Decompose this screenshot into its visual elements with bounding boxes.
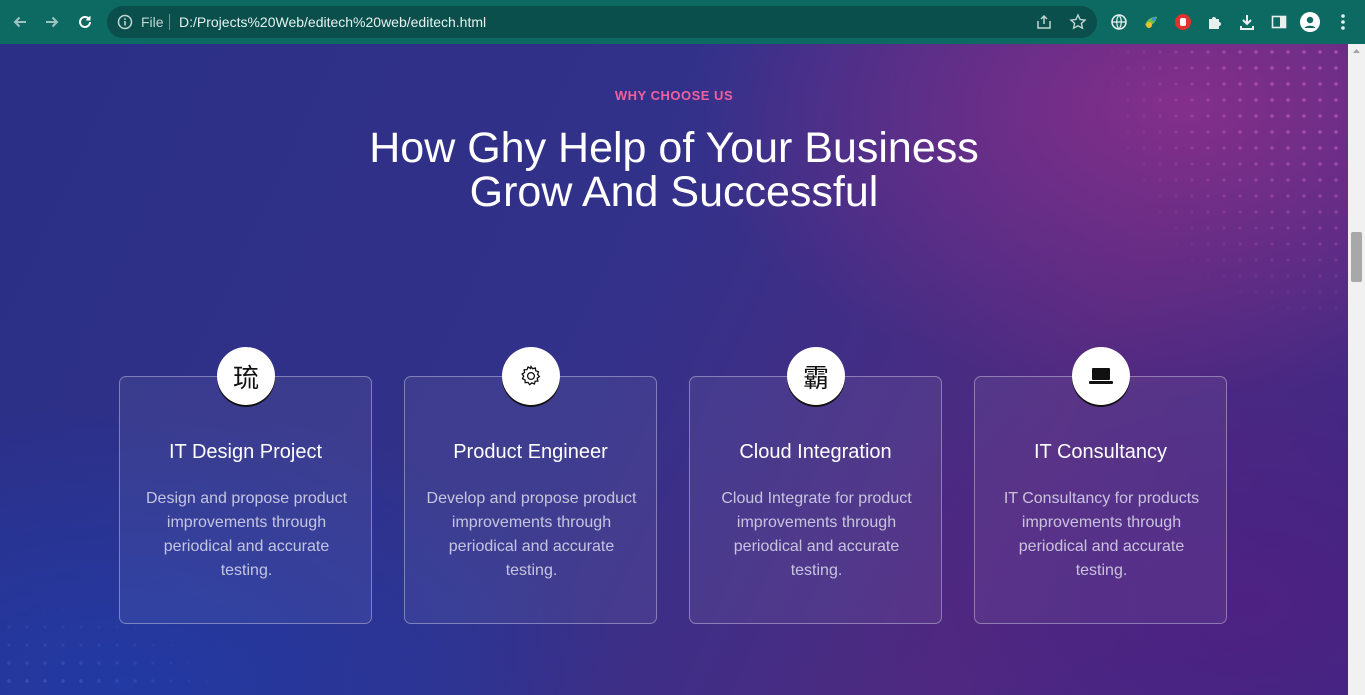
card-title: IT Design Project [168,441,323,463]
forward-icon[interactable] [41,11,63,33]
service-card-it-consultancy[interactable]: IT Consultancy IT Consultancy for produc… [974,347,1227,624]
share-icon[interactable] [1035,13,1053,31]
service-card-cloud-integration[interactable]: 霸 Cloud Integration Cloud Integrate for … [689,347,942,624]
extensions-puzzle-icon[interactable] [1205,12,1225,32]
cloud-icon: 霸 [787,347,845,405]
section-headline: How Ghy Help of Your Business Grow And S… [324,126,1024,214]
omnibox-divider [169,14,170,30]
card-title: Product Engineer [453,441,608,463]
section-eyebrow: WHY CHOOSE US [614,88,734,103]
reload-icon[interactable] [74,11,96,33]
globe-extension-icon[interactable] [1109,12,1129,32]
page-viewport: WHY CHOOSE US How Ghy Help of Your Busin… [0,44,1348,695]
service-card-it-design[interactable]: 琉 IT Design Project Design and propose p… [119,347,372,624]
scroll-up-arrow-icon[interactable] [1348,44,1365,58]
card-description: Design and propose product improvements … [145,490,348,579]
download-icon[interactable] [1237,12,1257,32]
back-icon[interactable] [9,11,31,33]
card-description: Develop and propose product improvements… [426,490,637,579]
design-icon: 琉 [217,347,275,405]
scrollbar-thumb[interactable] [1351,232,1362,282]
laptop-icon [1072,347,1130,405]
card-title: Cloud Integration [739,441,892,463]
paint-extension-icon[interactable] [1141,12,1161,32]
headline-line-2: Grow And Successful [469,168,879,216]
card-description: Cloud Integrate for product improvements… [721,490,912,579]
menu-kebab-icon[interactable] [1333,12,1353,32]
address-bar[interactable]: File D:/Projects%20Web/editech%20web/edi… [107,6,1097,38]
file-label: File [141,14,164,30]
side-panel-icon[interactable] [1269,12,1289,32]
service-card-product-engineer[interactable]: Product Engineer Develop and propose pro… [404,347,657,624]
browser-toolbar: File D:/Projects%20Web/editech%20web/edi… [0,0,1365,44]
gear-icon [502,347,560,405]
adblock-extension-icon[interactable] [1173,12,1193,32]
bookmark-star-icon[interactable] [1069,13,1087,31]
profile-avatar-icon[interactable] [1300,12,1320,32]
headline-line-1: How Ghy Help of Your Business [369,124,979,172]
url-text[interactable]: D:/Projects%20Web/editech%20web/editech.… [179,14,486,30]
card-title: IT Consultancy [1033,441,1168,463]
info-icon[interactable] [117,14,133,30]
vertical-scrollbar[interactable] [1348,44,1365,695]
card-description: IT Consultancy for products improvements… [1003,490,1200,579]
